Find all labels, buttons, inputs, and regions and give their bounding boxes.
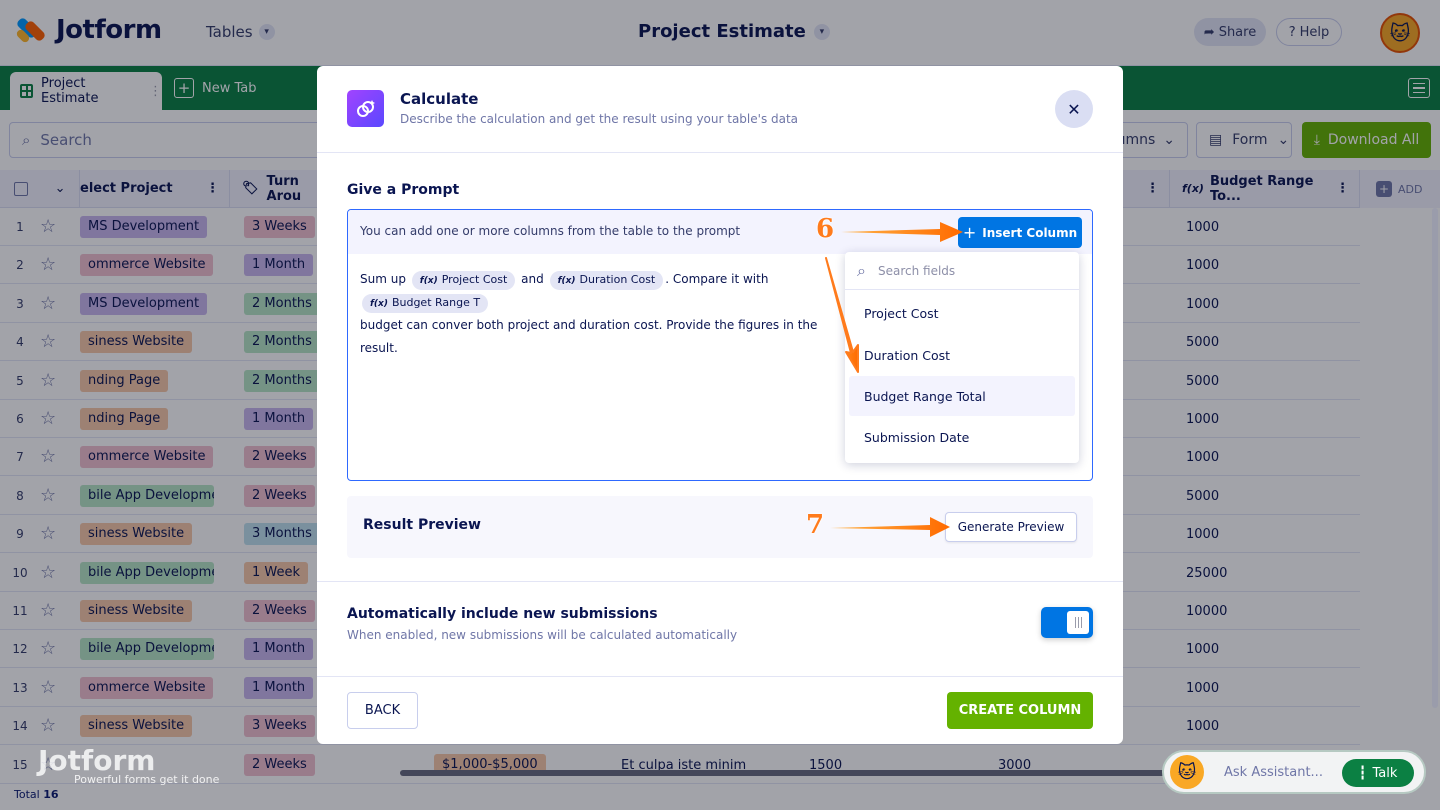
divider (317, 676, 1123, 677)
prompt-label: Give a Prompt (347, 182, 460, 198)
back-button[interactable]: BACK (347, 692, 418, 729)
function-icon: f(x) (557, 276, 576, 286)
close-icon[interactable]: ✕ (1055, 90, 1093, 128)
function-icon: f(x) (370, 299, 388, 309)
divider (317, 581, 1123, 582)
dropdown-item-project-cost[interactable]: Project Cost (849, 293, 1075, 333)
generate-preview-button[interactable]: Generate Preview (945, 512, 1077, 542)
prompt-text[interactable]: Sum up f(x) Project Cost and f(x) Duration… (360, 268, 850, 360)
field-tag-project-cost[interactable]: f(x) Project Cost (411, 271, 516, 290)
calculate-icon (347, 90, 384, 127)
dialog-header: Calculate Describe the calculation and g… (317, 66, 1123, 153)
search-icon: ⌕ (857, 260, 866, 280)
dropdown-item-submission-date[interactable]: Submission Date (849, 417, 1075, 457)
watermark-tagline: Powerful forms get it done (74, 773, 220, 786)
insert-column-dropdown: ⌕ Search fields Project Cost Duration Co… (845, 252, 1079, 463)
total-label: Total (14, 788, 40, 801)
plus-icon: + (962, 223, 977, 242)
prompt-text-segment: . Compare it with (665, 272, 769, 286)
prompt-text-segment: and (521, 272, 544, 286)
jotform-watermark: Jotform Powerful forms get it done (38, 744, 219, 786)
step-6-label: 6 (816, 214, 835, 244)
prompt-text-segment: Sum up (360, 272, 406, 286)
prompt-hint-bar: You can add one or more columns from the… (348, 210, 1092, 254)
create-column-button[interactable]: CREATE COLUMN (947, 692, 1093, 729)
function-icon: f(x) (419, 276, 438, 286)
prompt-text-segment: budget can conver both project and durat… (360, 318, 818, 355)
auto-include-subtitle: When enabled, new submissions will be ca… (347, 628, 738, 642)
talk-button[interactable]: ┇ Talk (1342, 759, 1414, 787)
insert-column-label: Insert Column (982, 225, 1078, 240)
field-search-input[interactable]: ⌕ Search fields (845, 252, 1079, 290)
total-value: 16 (43, 788, 59, 801)
toggle-knob (1067, 611, 1089, 634)
talk-label: Talk (1372, 765, 1398, 781)
voice-icon: ┇ (1358, 765, 1367, 781)
dialog-title: Calculate (400, 90, 479, 108)
field-tag-label: Project Cost (441, 273, 508, 286)
field-tag-label: Budget Range T (391, 296, 481, 309)
assistant-avatar-icon: 🐱 (1170, 755, 1204, 789)
step-7-label: 7 (806, 510, 825, 540)
result-preview-label: Result Preview (363, 517, 481, 533)
result-preview-panel: Result Preview Generate Preview (347, 496, 1093, 558)
total-count: Total 16 (14, 788, 59, 801)
insert-column-button[interactable]: + Insert Column (958, 217, 1082, 248)
dropdown-item-budget-range-total[interactable]: Budget Range Total (849, 376, 1075, 416)
dialog-subtitle: Describe the calculation and get the res… (400, 112, 799, 126)
field-search-placeholder: Search fields (877, 263, 956, 278)
vertical-scrollbar[interactable] (1432, 208, 1438, 708)
auto-include-toggle[interactable] (1041, 607, 1093, 638)
field-tag-budget-range[interactable]: f(x) Budget Range T (362, 294, 489, 313)
calculate-dialog: Calculate Describe the calculation and g… (317, 66, 1123, 744)
dropdown-item-duration-cost[interactable]: Duration Cost (849, 335, 1075, 375)
field-tag-duration-cost[interactable]: f(x) Duration Cost (549, 271, 664, 290)
ask-assistant-widget[interactable]: 🐱 Ask Assistant... ┇ Talk (1162, 750, 1426, 794)
field-tag-label: Duration Cost (579, 273, 656, 286)
assistant-placeholder[interactable]: Ask Assistant... (1224, 765, 1323, 780)
auto-include-title: Automatically include new submissions (347, 606, 658, 622)
prompt-hint: You can add one or more columns from the… (360, 224, 741, 238)
